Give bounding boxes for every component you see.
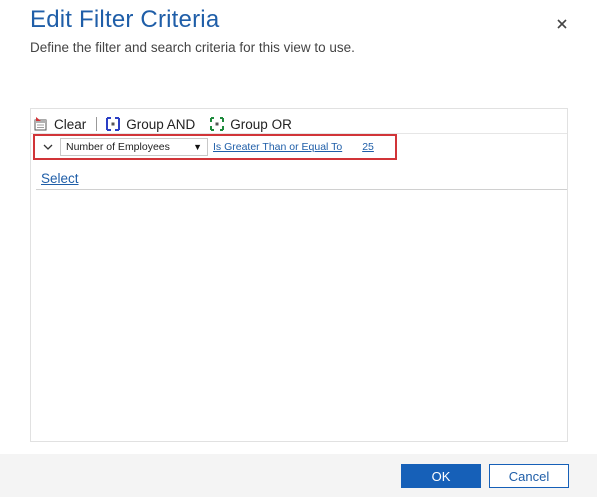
group-and-icon (105, 116, 121, 132)
operator-link[interactable]: Is Greater Than or Equal To (213, 141, 342, 153)
chevron-down-icon[interactable] (41, 140, 55, 154)
filter-toolbar: Clear Group AND Group OR (31, 115, 292, 133)
dialog-title: Edit Filter Criteria (30, 6, 220, 33)
dropdown-arrow-icon: ▼ (193, 142, 202, 152)
condition-row: Number of Employees ▼ Is Greater Than or… (33, 134, 397, 160)
ok-button[interactable]: OK (401, 464, 481, 488)
clear-label: Clear (54, 116, 87, 132)
group-or-label: Group OR (230, 116, 292, 132)
group-and-button[interactable]: Group AND (105, 116, 195, 132)
close-icon[interactable] (554, 16, 570, 32)
dialog-footer: OK Cancel (0, 454, 597, 497)
select-row-divider (36, 189, 567, 190)
filter-criteria-panel: Clear Group AND Group OR Number of Emplo… (30, 108, 568, 442)
group-or-icon (209, 116, 225, 132)
field-select[interactable]: Number of Employees ▼ (60, 138, 208, 156)
select-field-link[interactable]: Select (41, 171, 79, 186)
clear-filter-icon (33, 116, 49, 132)
field-select-value: Number of Employees (66, 141, 170, 153)
clear-button[interactable]: Clear (33, 116, 86, 132)
cancel-button[interactable]: Cancel (489, 464, 569, 488)
value-link[interactable]: 25 (362, 141, 374, 153)
dialog-subtitle: Define the filter and search criteria fo… (30, 40, 355, 55)
group-and-label: Group AND (126, 116, 196, 132)
group-or-button[interactable]: Group OR (209, 116, 292, 132)
toolbar-divider (96, 117, 98, 131)
